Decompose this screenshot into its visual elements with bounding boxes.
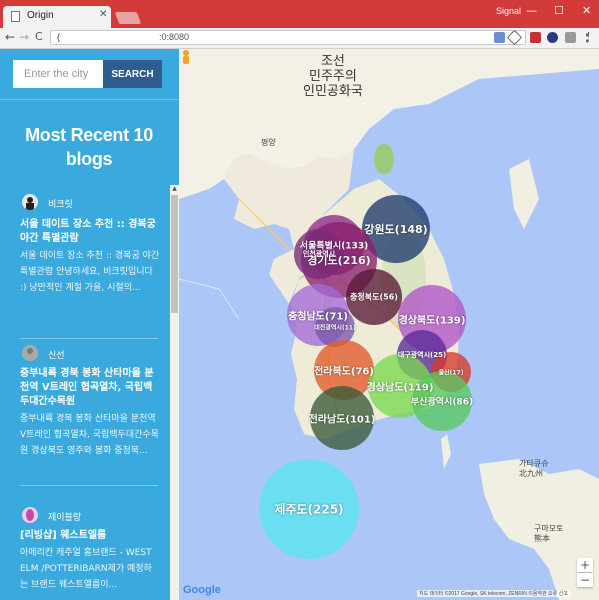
kyushu-label: 가타큐슈 北九州 — [519, 459, 549, 478]
extension-icon[interactable] — [530, 32, 541, 43]
region-bubble-label: 경상북도(139) — [398, 315, 466, 327]
avatar — [22, 345, 38, 361]
forward-icon[interactable]: → — [19, 30, 29, 44]
divider — [0, 99, 179, 100]
close-window-icon[interactable]: ✕ — [582, 4, 591, 17]
region-bubble-label: 전라북도(76) — [314, 366, 374, 378]
menu-icon[interactable] — [586, 32, 592, 43]
map[interactable]: 조선 민주주의 인민공화국 평양 가타큐슈 北九州 구마모토 熊本 강원도(14… — [179, 49, 599, 600]
post-title[interactable]: [리빙샵] 웨스트엘름 — [20, 529, 160, 543]
new-tab-button[interactable] — [114, 12, 142, 24]
region-bubble-label: 강원도(148) — [364, 223, 428, 236]
back-icon[interactable]: ← — [5, 30, 15, 44]
post-title[interactable]: 서울 데이트 장소 추천 :: 경복궁 야간 특별관람 — [20, 218, 160, 246]
url-prefix: ( — [57, 32, 60, 42]
region-bubble-label: 전라남도(101) — [308, 414, 376, 426]
region-bubble-label: 충청북도(56) — [350, 292, 398, 302]
region-bubble-label: 울산(17) — [438, 369, 464, 377]
post-excerpt: 아메리칸 캐주얼 홈브랜드 - WEST ELM /POTTERIBARN제가 … — [20, 548, 152, 590]
search-button[interactable]: SEARCH — [103, 60, 162, 88]
region-bubble-label: 대구광역시(25) — [397, 351, 447, 359]
post-author: 제이블랑 — [48, 513, 82, 523]
map-terrain — [179, 49, 599, 600]
north-korea-label: 조선 민주주의 인민공화국 — [303, 54, 363, 99]
translate-icon[interactable] — [494, 32, 505, 43]
divider — [20, 485, 158, 486]
browser-tab[interactable]: Origin ✕ — [3, 6, 111, 28]
zoom-in-button[interactable]: + — [577, 558, 593, 572]
post-excerpt: 중부내륙 경북 봉화 산타마을 분천역 V트레인 협곡열차, 국립백두대간수목원… — [20, 414, 159, 456]
tab-close-icon[interactable]: ✕ — [99, 9, 107, 20]
region-bubble-label: 부산광역시(86) — [410, 397, 474, 408]
region-bubble-label: 제주도(225) — [274, 502, 344, 517]
reload-icon[interactable]: C — [35, 30, 43, 43]
page-icon — [11, 11, 20, 22]
post-author: 비크릿 — [48, 200, 73, 210]
scrollbar-thumb[interactable] — [171, 195, 178, 313]
sidebar-heading: Most Recent 10 blogs — [25, 125, 153, 169]
avatar — [22, 507, 38, 523]
zoom-out-button[interactable]: − — [577, 573, 593, 587]
post-title[interactable]: 중부내륙 경북 봉화 산타마을 분천역 V트레인 협곡열차, 국립백두대간수목원 — [20, 367, 160, 409]
url-text: :0:8080 — [159, 32, 190, 42]
maximize-icon[interactable]: ☐ — [554, 4, 564, 17]
divider — [20, 338, 158, 339]
browser-titlebar: Origin ✕ Signal — ☐ ✕ — [0, 0, 599, 28]
tab-title: Origin — [27, 10, 54, 21]
region-bubble-label: 대전광역시(11) — [314, 324, 356, 332]
post-excerpt: 서울 데이트 장소 추천 :: 경복궁 야간 특별관람 안녕하세요, 비크릿입니… — [20, 251, 160, 293]
region-bubble-label: 충청남도(71) — [288, 311, 348, 323]
address-bar[interactable]: ( :0:8080 — [50, 30, 526, 45]
minimize-icon[interactable]: — — [526, 4, 537, 17]
region-bubble-label: 인천광역시 — [302, 250, 336, 258]
scroll-up-icon[interactable]: ▲ — [171, 185, 178, 193]
city-search-input[interactable] — [13, 60, 103, 88]
pyongyang-label: 평양 — [261, 138, 276, 147]
sidebar: SEARCH Most Recent 10 blogs ▲ 비크릿 서울 데이트… — [0, 49, 179, 600]
pegman-icon[interactable] — [179, 49, 193, 67]
extension-icon[interactable] — [547, 32, 558, 43]
google-logo: Google — [183, 584, 221, 596]
profile-name[interactable]: Signal — [496, 6, 521, 16]
browser-toolbar: ← → C ( :0:8080 — [0, 28, 599, 49]
extension-icon[interactable] — [565, 32, 576, 43]
region-bubble-label: 경상남도(119) — [366, 382, 434, 394]
post-author: 신선 — [48, 351, 65, 361]
kumamoto-label: 구마모토 熊本 — [534, 524, 564, 543]
avatar — [22, 194, 38, 210]
map-attribution[interactable]: 지도 데이터 ©2017 Google, SK telecom, ZENRIN … — [417, 590, 570, 597]
